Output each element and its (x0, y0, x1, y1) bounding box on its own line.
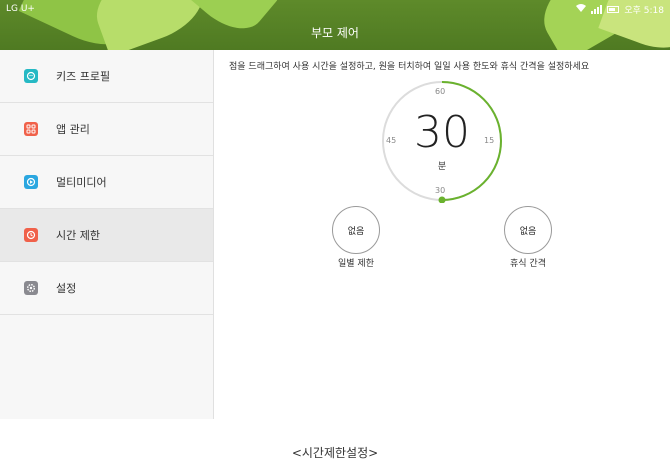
time-limit-panel: 점을 드래그하여 사용 시간을 설정하고, 원을 터치하여 일일 사용 한도와 … (215, 50, 670, 419)
wifi-icon (576, 3, 587, 15)
multimedia-icon (24, 175, 38, 189)
sidebar-item-settings[interactable]: 설정 (0, 262, 213, 315)
sidebar-item-label: 시간 제한 (56, 229, 100, 242)
kids-profile-icon (24, 69, 38, 83)
figure-caption: <시간제한설정> (291, 446, 379, 459)
dial-tick-bottom: 30 (435, 186, 446, 195)
daily-limit-button[interactable]: 없음 (332, 206, 380, 254)
sidebar-item-label: 키즈 프로필 (56, 70, 111, 83)
instruction-text: 점을 드래그하여 사용 시간을 설정하고, 원을 터치하여 일일 사용 한도와 … (229, 62, 590, 72)
dial-drag-handle[interactable] (438, 196, 446, 204)
sidebar-item-kids-profile[interactable]: 키즈 프로필 (0, 50, 213, 103)
carrier-label: LG U+ (6, 4, 35, 14)
dial-unit: 분 (437, 162, 447, 172)
status-icons: 오후 5:18 (576, 3, 664, 16)
battery-icon (607, 5, 620, 13)
sidebar-item-label: 설정 (56, 282, 77, 295)
settings-icon (24, 281, 38, 295)
app-header: LG U+ 오후 5:18 부모 제어 (0, 0, 670, 50)
break-interval-label: 휴식 간격 (510, 259, 546, 269)
apps-grid-icon (24, 122, 38, 136)
status-bar: LG U+ 오후 5:18 (0, 0, 670, 18)
page-title: 부모 제어 (311, 26, 359, 40)
sidebar-item-multimedia[interactable]: 멀티미디어 (0, 156, 213, 209)
break-interval-button[interactable]: 없음 (504, 206, 552, 254)
daily-limit-value: 없음 (347, 226, 365, 237)
sidebar: 키즈 프로필 앱 관리 멀티미디어 시간 제한 설정 (0, 50, 214, 419)
sidebar-item-label: 멀티미디어 (56, 176, 107, 189)
break-interval-value: 없음 (519, 226, 537, 237)
dial-tick-top: 60 (435, 87, 446, 96)
sidebar-item-label: 앱 관리 (56, 123, 90, 136)
dial-value: 30 (414, 107, 470, 158)
time-dial[interactable]: 60 15 30 45 30 분 (380, 79, 504, 204)
clock-icon (24, 228, 38, 242)
sidebar-item-time-limit[interactable]: 시간 제한 (0, 209, 213, 262)
daily-limit-label: 일별 제한 (338, 259, 374, 269)
caption-area: <시간제한설정> (0, 419, 670, 459)
sidebar-item-app-management[interactable]: 앱 관리 (0, 103, 213, 156)
clock-time: 오후 5:18 (624, 5, 664, 16)
signal-icon (591, 4, 603, 14)
